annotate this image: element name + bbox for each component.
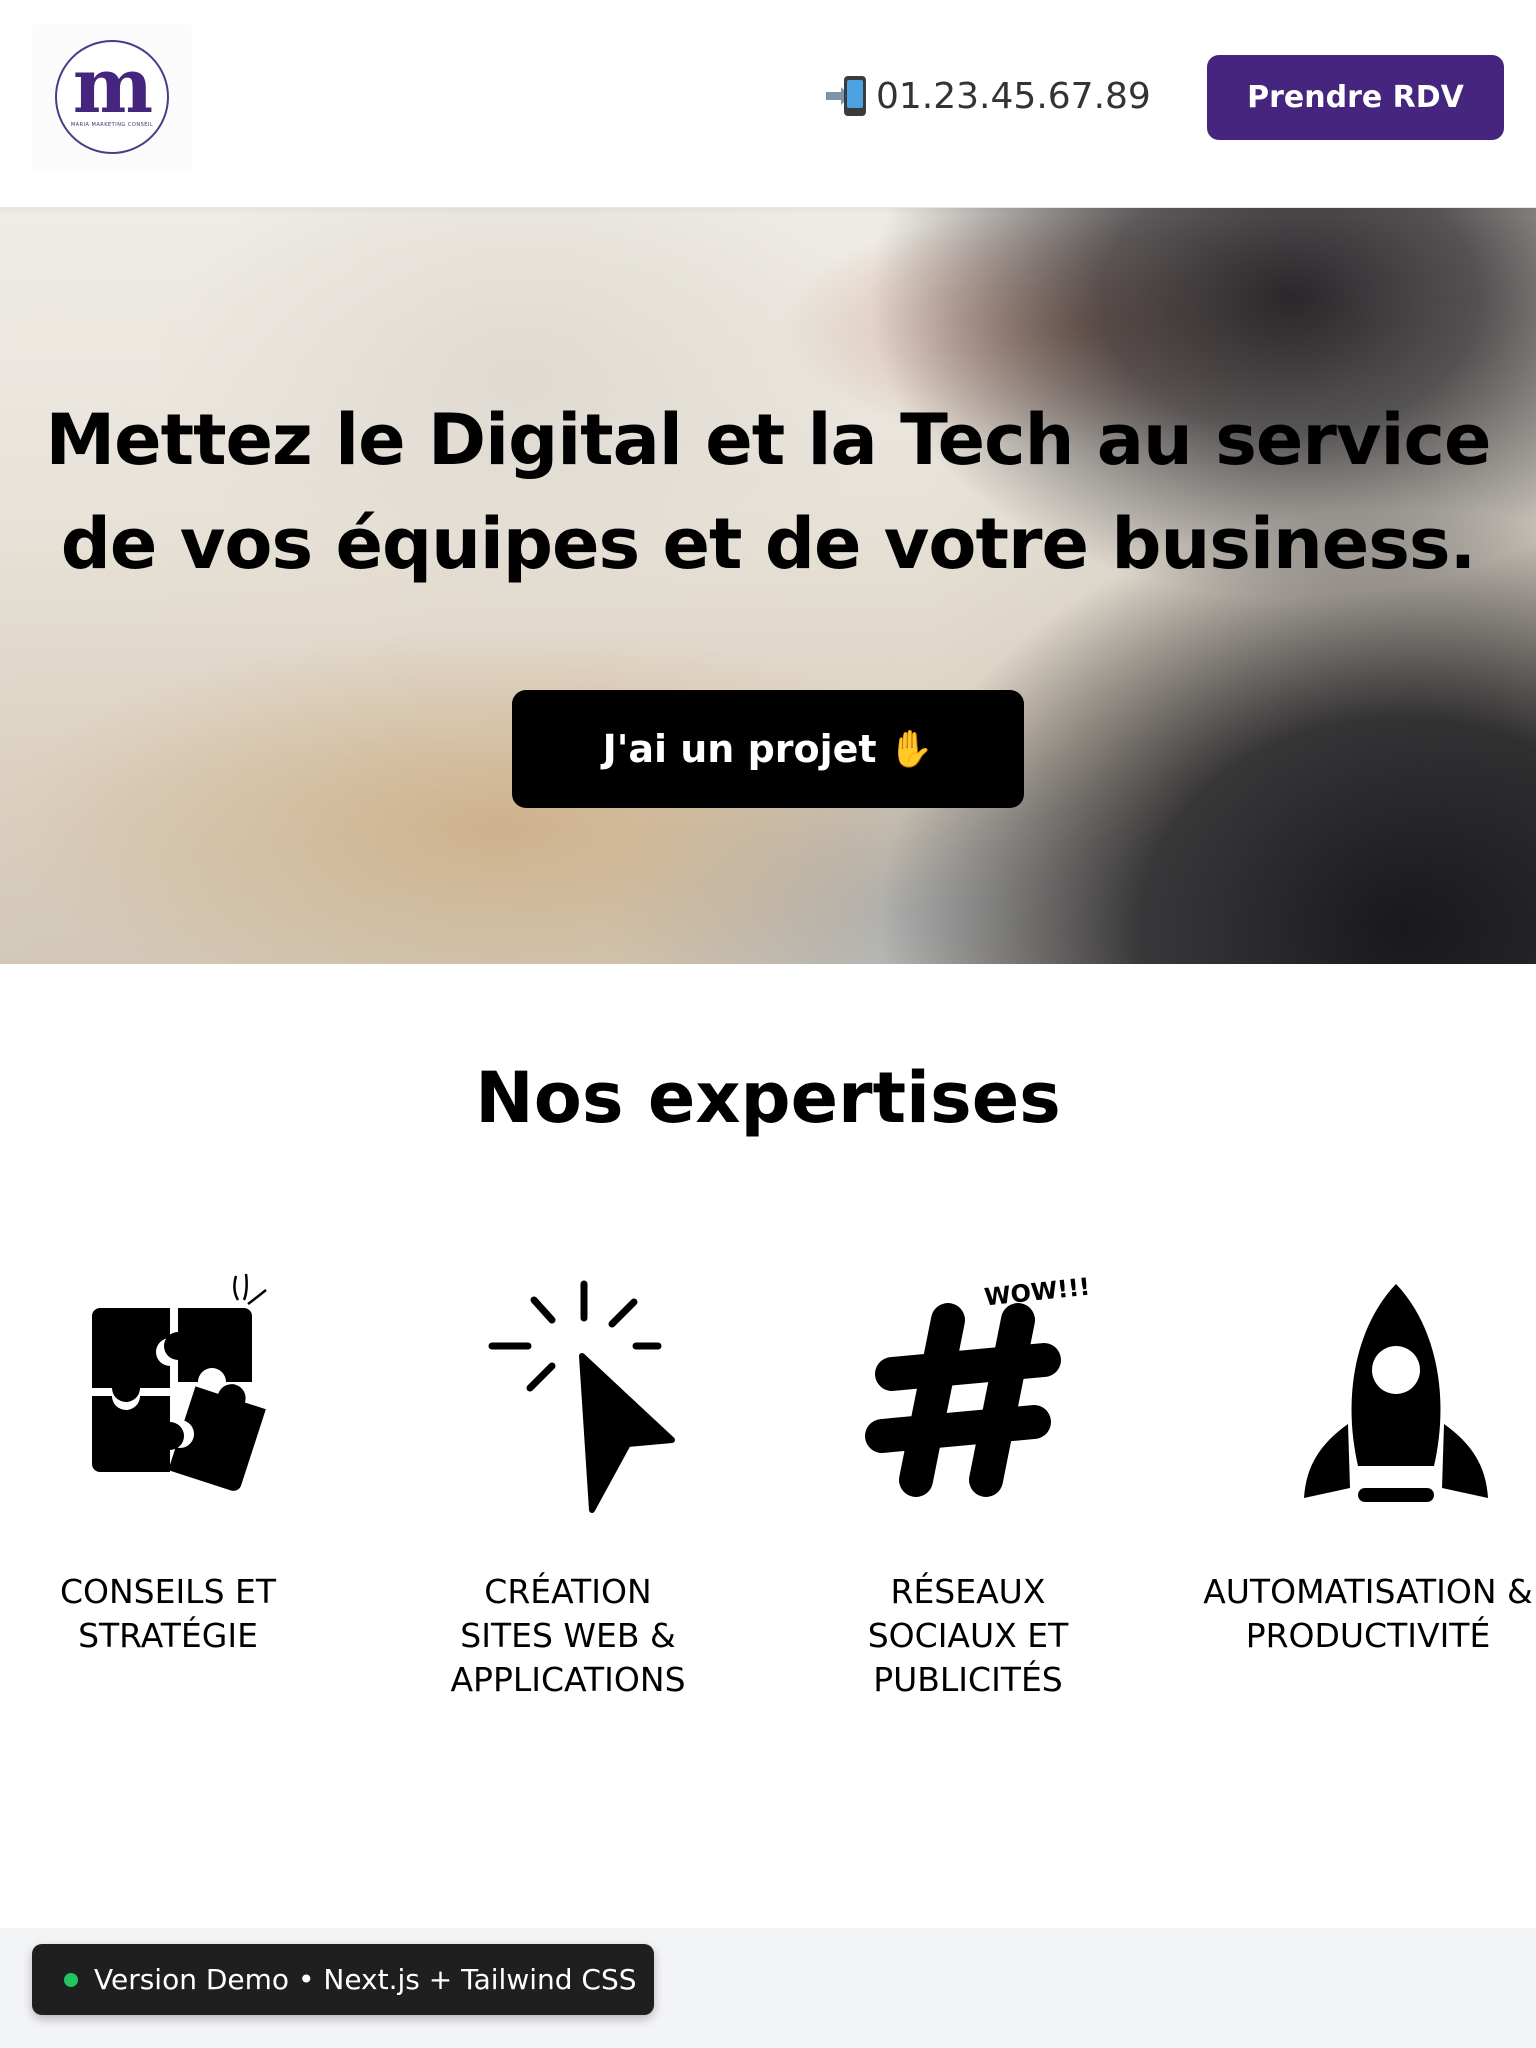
hashtag-icon: WOW!!! (865, 1273, 1088, 1497)
phone-number: 01.23.45.67.89 (876, 75, 1151, 117)
expertise-card-creation[interactable]: CRÉATION SITES WEB & APPLICATIONS (418, 1270, 718, 1699)
svg-text:WOW!!!: WOW!!! (983, 1273, 1088, 1312)
demo-version-badge: Version Demo • Next.js + Tailwind CSS (32, 1944, 654, 2015)
puzzle-icon (92, 1273, 267, 1491)
expertise-card-conseils[interactable]: CONSEILS ET STRATÉGIE (18, 1270, 318, 1655)
hero-title-line2: de vos équipes et de votre business. (60, 503, 1476, 585)
phone-link[interactable]: 01.23.45.67.89 (826, 72, 1151, 120)
expertise-card-automatisation[interactable]: AUTOMATISATION & PRODUCTIVITÉ (1203, 1270, 1533, 1655)
expertise-card-reseaux[interactable]: WOW!!! RÉSEAUX SOCIAUX ET PUBLICITÉS (818, 1270, 1118, 1699)
expertise-label: CONSEILS ET STRATÉGIE (59, 1572, 277, 1655)
logo-tagline: MARIA MARKETING CONSEIL (70, 122, 154, 128)
raised-hand-icon: ✋ (888, 729, 934, 770)
cursor-click-icon (488, 1280, 675, 1513)
expertise-label: RÉSEAUX SOCIAUX ET PUBLICITÉS (867, 1572, 1069, 1699)
rocket-icon (1304, 1284, 1488, 1502)
demo-badge-text: Version Demo • Next.js + Tailwind CSS (94, 1963, 637, 1996)
logo-letter: m (72, 41, 153, 130)
mobile-phone-arrow-icon (826, 74, 870, 118)
site-header: m MARIA MARKETING CONSEIL 01.23.45.67.89… (0, 0, 1536, 208)
prendre-rdv-button[interactable]: Prendre RDV (1207, 55, 1504, 140)
projet-button[interactable]: J'ai un projet ✋ (512, 690, 1024, 808)
expertise-label: CRÉATION SITES WEB & APPLICATIONS (450, 1572, 686, 1699)
expertises-title: Nos expertises (475, 1057, 1061, 1139)
hero-title: Mettez le Digital et la Tech au service … (0, 388, 1536, 596)
hero-title-line1: Mettez le Digital et la Tech au service (45, 399, 1492, 481)
hero-section: Mettez le Digital et la Tech au service … (0, 208, 1536, 964)
logo[interactable]: m MARIA MARKETING CONSEIL (55, 40, 169, 154)
projet-button-label: J'ai un projet (602, 727, 877, 771)
expertise-label: AUTOMATISATION & PRODUCTIVITÉ (1203, 1572, 1533, 1655)
status-dot-icon (64, 1972, 78, 1987)
